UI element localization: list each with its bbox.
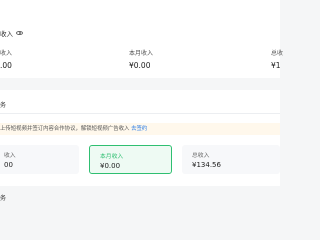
section-title: 务 bbox=[0, 102, 7, 109]
contract-notice-banner: 上传短视频并签订内容合作协议，解锁短视频广告收入 去签约 bbox=[0, 123, 280, 135]
notice-text: 上传短视频并签订内容合作协议，解锁短视频广告收入 bbox=[0, 126, 130, 132]
bottom-section-title: 务 bbox=[0, 195, 7, 202]
stat-value-today: .00 bbox=[0, 61, 12, 70]
card-value: ¥0.00 bbox=[100, 162, 121, 170]
eye-icon[interactable] bbox=[16, 30, 23, 36]
stat-value-month: ¥0.00 bbox=[129, 61, 151, 70]
card-value: ¥134.56 bbox=[192, 161, 221, 169]
stat-label-month: 本月收入 bbox=[129, 50, 154, 57]
card-label: 本月收入 bbox=[100, 154, 124, 160]
section-divider bbox=[0, 113, 280, 114]
stat-label-today: 收入 bbox=[0, 50, 13, 57]
income-card-total[interactable]: 总收入 ¥134.56 bbox=[182, 145, 280, 174]
income-card-month-selected[interactable]: 本月收入 ¥0.00 bbox=[89, 145, 172, 174]
income-overview-card: 收入 收入 .00 本月收入 ¥0.00 总收 ¥1 bbox=[0, 0, 284, 78]
stat-label-total: 总收 bbox=[271, 50, 284, 57]
overview-title: 收入 bbox=[0, 30, 13, 38]
task-income-card: 务 上传短视频并签订内容合作协议，解锁短视频广告收入 去签约 收入 00 本月收… bbox=[0, 90, 280, 186]
stat-value-total: ¥1 bbox=[271, 61, 281, 70]
card-value: 00 bbox=[4, 161, 13, 169]
sign-contract-link[interactable]: 去签约 bbox=[131, 126, 147, 132]
overview-header: 收入 bbox=[0, 28, 23, 38]
card-label: 总收入 bbox=[192, 153, 210, 159]
card-label: 收入 bbox=[4, 153, 16, 159]
income-card-today[interactable]: 收入 00 bbox=[0, 145, 79, 174]
